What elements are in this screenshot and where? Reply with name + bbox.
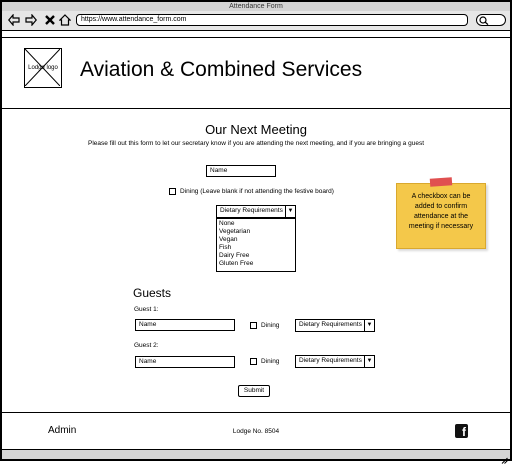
name-input[interactable]: Name xyxy=(206,165,276,177)
chevron-down-icon[interactable]: ▼ xyxy=(285,206,295,217)
logo-label: Lodge logo xyxy=(28,65,58,71)
window-title: Attendance Form xyxy=(2,2,510,11)
guests-heading: Guests xyxy=(133,286,172,300)
guest-2-dining-checkbox[interactable] xyxy=(250,358,257,365)
home-icon[interactable] xyxy=(58,14,72,26)
chevron-down-icon[interactable]: ▼ xyxy=(364,320,374,331)
guest-2-name-input[interactable]: Name xyxy=(135,356,235,368)
resize-grip-icon[interactable] xyxy=(501,451,508,464)
close-x-icon[interactable] xyxy=(44,14,56,26)
guest-2-dietary-value: Dietary Requirements xyxy=(299,357,362,364)
dropdown-option-dairy-free[interactable]: Dairy Free xyxy=(217,252,295,260)
dropdown-option-vegan[interactable]: Vegan xyxy=(217,236,295,244)
site-title: Aviation & Combined Services xyxy=(80,58,363,81)
guest-2-dining-label: Dining xyxy=(261,358,280,365)
guest-1-name-input[interactable]: Name xyxy=(135,319,235,331)
guest-1-label: Guest 1: xyxy=(134,306,159,313)
guest-1-dining-label: Dining xyxy=(261,322,280,329)
sticky-note-tape xyxy=(429,177,453,187)
dietary-select-value: Dietary Requirements xyxy=(220,207,283,214)
guest-1-dietary-value: Dietary Requirements xyxy=(299,321,362,328)
search-icon xyxy=(479,16,489,25)
dining-label: Dining (Leave blank if not attending the… xyxy=(180,188,334,195)
dropdown-option-none[interactable]: None xyxy=(217,220,295,228)
forward-arrow-icon[interactable] xyxy=(25,13,37,27)
dropdown-option-fish[interactable]: Fish xyxy=(217,244,295,252)
footer-lodge-number: Lodge No. 8504 xyxy=(232,428,280,435)
guest-1-dietary-select[interactable]: Dietary Requirements ▼ xyxy=(295,319,375,332)
submit-button[interactable]: Submit xyxy=(238,385,270,397)
chevron-down-icon[interactable]: ▼ xyxy=(364,356,374,367)
url-bar[interactable]: https://www.attendance_form.com xyxy=(76,14,468,26)
dietary-dropdown-list: None Vegetarian Vegan Fish Dairy Free Gl… xyxy=(216,218,296,272)
dietary-select[interactable]: Dietary Requirements ▼ xyxy=(216,205,296,218)
facebook-icon[interactable]: f xyxy=(455,424,468,439)
browser-search-box[interactable] xyxy=(476,14,506,26)
dining-checkbox[interactable] xyxy=(169,188,176,195)
sticky-note: A checkbox can be added to confirm atten… xyxy=(396,183,486,249)
status-bar xyxy=(2,450,510,459)
guest-1-dining-checkbox[interactable] xyxy=(250,322,257,329)
form-subtitle: Please fill out this form to let our sec… xyxy=(87,140,425,147)
dropdown-option-gluten-free[interactable]: Gluten Free xyxy=(217,260,295,268)
guest-2-dietary-select[interactable]: Dietary Requirements ▼ xyxy=(295,355,375,368)
guest-2-label: Guest 2: xyxy=(134,342,159,349)
back-arrow-icon[interactable] xyxy=(8,13,20,27)
dropdown-option-vegetarian[interactable]: Vegetarian xyxy=(217,228,295,236)
form-heading: Our Next Meeting xyxy=(205,122,307,137)
